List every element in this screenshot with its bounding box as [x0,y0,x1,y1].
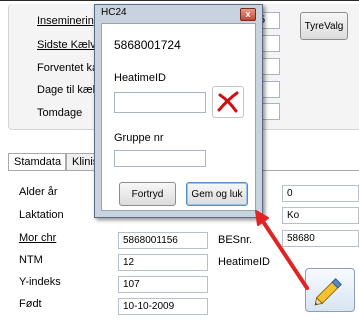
annotation-arrow [255,210,309,290]
